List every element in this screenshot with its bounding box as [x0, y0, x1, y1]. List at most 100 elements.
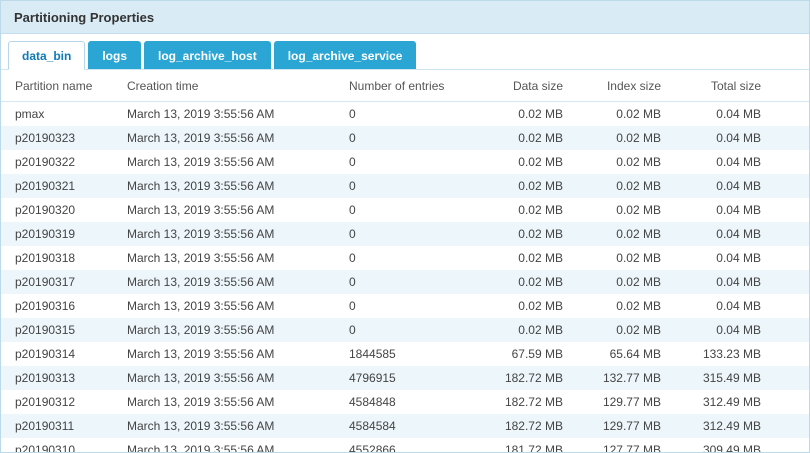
table-cell: 0.04 MB	[671, 198, 771, 222]
table-cell: p20190321	[1, 174, 117, 198]
table-cell: 133.23 MB	[671, 342, 771, 366]
table-cell: March 13, 2019 3:55:56 AM	[117, 246, 339, 270]
table-cell: 1844585	[339, 342, 477, 366]
table-cell: 0.02 MB	[573, 294, 671, 318]
table-cell: March 13, 2019 3:55:56 AM	[117, 102, 339, 127]
table-cell: 0	[339, 270, 477, 294]
table-row: p20190321March 13, 2019 3:55:56 AM00.02 …	[1, 174, 810, 198]
table-cell: 309.49 MB	[671, 438, 771, 453]
table-cell: 0	[339, 246, 477, 270]
table-cell: 182.72 MB	[477, 390, 573, 414]
table-cell: 315.49 MB	[671, 366, 771, 390]
table-cell: 0.02 MB	[477, 174, 573, 198]
table-cell: 132.77 MB	[573, 366, 671, 390]
table-row: p20190314March 13, 2019 3:55:56 AM184458…	[1, 342, 810, 366]
table-cell: 0.02 MB	[477, 102, 573, 127]
table-cell: 0.02 MB	[573, 270, 671, 294]
table-cell: 0.02 MB	[573, 126, 671, 150]
table-cell: 0	[339, 222, 477, 246]
table-cell: p20190314	[1, 342, 117, 366]
table-cell: March 13, 2019 3:55:56 AM	[117, 150, 339, 174]
table-cell: March 13, 2019 3:55:56 AM	[117, 318, 339, 342]
table-cell: 0.02 MB	[477, 246, 573, 270]
table-cell: 4584584	[339, 414, 477, 438]
table-row: p20190310March 13, 2019 3:55:56 AM455286…	[1, 438, 810, 453]
table-cell: 0.02 MB	[573, 246, 671, 270]
table-cell: p20190318	[1, 246, 117, 270]
table-cell: 0.02 MB	[573, 174, 671, 198]
tab-log_archive_host[interactable]: log_archive_host	[144, 41, 271, 69]
table-cell: p20190310	[1, 438, 117, 453]
table-cell: 0	[339, 126, 477, 150]
table-cell: 0	[339, 102, 477, 127]
column-header-total-size[interactable]: Total size	[671, 70, 771, 102]
table-cell: March 13, 2019 3:55:56 AM	[117, 438, 339, 453]
table-row: p20190316March 13, 2019 3:55:56 AM00.02 …	[1, 294, 810, 318]
table-header-row: Partition nameCreation timeNumber of ent…	[1, 70, 810, 102]
table-cell: p20190320	[1, 198, 117, 222]
table-cell: 4796915	[339, 366, 477, 390]
table-cell: p20190315	[1, 318, 117, 342]
table-cell: 0.02 MB	[573, 222, 671, 246]
table-cell: p20190317	[1, 270, 117, 294]
table-row: p20190322March 13, 2019 3:55:56 AM00.02 …	[1, 150, 810, 174]
table-row: p20190320March 13, 2019 3:55:56 AM00.02 …	[1, 198, 810, 222]
table-row: pmaxMarch 13, 2019 3:55:56 AM00.02 MB 0.0…	[1, 102, 810, 127]
table-cell: 0.02 MB	[477, 318, 573, 342]
table-cell: March 13, 2019 3:55:56 AM	[117, 294, 339, 318]
table-cell: 129.77 MB	[573, 390, 671, 414]
table-cell: pmax	[1, 102, 117, 127]
table-cell: p20190316	[1, 294, 117, 318]
column-header-number-of-entries[interactable]: Number of entries	[339, 70, 477, 102]
table-row: p20190312March 13, 2019 3:55:56 AM458484…	[1, 390, 810, 414]
table-cell: March 13, 2019 3:55:56 AM	[117, 390, 339, 414]
table-cell: 0.04 MB	[671, 270, 771, 294]
table-cell: 181.72 MB	[477, 438, 573, 453]
table-row: p20190317March 13, 2019 3:55:56 AM00.02 …	[1, 270, 810, 294]
table-row: p20190313March 13, 2019 3:55:56 AM479691…	[1, 366, 810, 390]
table-cell: 0.04 MB	[671, 150, 771, 174]
table-body: pmaxMarch 13, 2019 3:55:56 AM00.02 MB0.0…	[1, 102, 810, 453]
table-cell: p20190313	[1, 366, 117, 390]
table-row: p20190318March 13, 2019 3:55:56 AM00.02 …	[1, 246, 810, 270]
table-cell: 0	[339, 150, 477, 174]
table-cell: 0	[339, 294, 477, 318]
table-cell: 0.02 MB	[477, 126, 573, 150]
table-cell: 0.02 MB	[573, 198, 671, 222]
table-cell: p20190312	[1, 390, 117, 414]
table-cell: p20190323	[1, 126, 117, 150]
column-header-partition-name[interactable]: Partition name	[1, 70, 117, 102]
table-cell: 0	[339, 198, 477, 222]
table-cell: 312.49 MB	[671, 390, 771, 414]
tab-logs[interactable]: logs	[88, 41, 141, 69]
table-cell: p20190319	[1, 222, 117, 246]
table-cell: 0.02 MB	[477, 222, 573, 246]
table-row: p20190311March 13, 2019 3:55:56 AM458458…	[1, 414, 810, 438]
table-cell: 0.02 MB	[477, 270, 573, 294]
table-cell: March 13, 2019 3:55:56 AM	[117, 342, 339, 366]
table-cell: March 13, 2019 3:55:56 AM	[117, 222, 339, 246]
table-cell: 312.49 MB	[671, 414, 771, 438]
column-header-data-size[interactable]: Data size	[477, 70, 573, 102]
table-cell: 0.04 MB	[671, 126, 771, 150]
table-cell: 129.77 MB	[573, 414, 671, 438]
table-cell: 4584848	[339, 390, 477, 414]
tab-bar: data_binlogslog_archive_hostlog_archive_…	[1, 34, 809, 70]
table-cell: March 13, 2019 3:55:56 AM	[117, 414, 339, 438]
panel-title: Partitioning Properties	[1, 1, 809, 34]
table-cell: 0.04 MB	[671, 246, 771, 270]
table-cell: 0.02 MB	[477, 294, 573, 318]
tab-log_archive_service[interactable]: log_archive_service	[274, 41, 417, 69]
tab-data_bin[interactable]: data_bin	[8, 41, 85, 70]
table-cell: March 13, 2019 3:55:56 AM	[117, 366, 339, 390]
table-row: p20190315March 13, 2019 3:55:56 AM00.02 …	[1, 318, 810, 342]
partitioning-properties-panel: Partitioning Properties data_binlogslog_…	[0, 0, 810, 453]
column-header-creation-time[interactable]: Creation time	[117, 70, 339, 102]
table-cell: March 13, 2019 3:55:56 AM	[117, 126, 339, 150]
table-cell: March 13, 2019 3:55:56 AM	[117, 270, 339, 294]
table-cell: 0.02 MB	[477, 198, 573, 222]
table-cell: 0.04 MB	[671, 102, 771, 127]
table-cell: 182.72 MB	[477, 414, 573, 438]
column-header-index-size[interactable]: Index size	[573, 70, 671, 102]
table-cell: 0.04 MB	[671, 294, 771, 318]
